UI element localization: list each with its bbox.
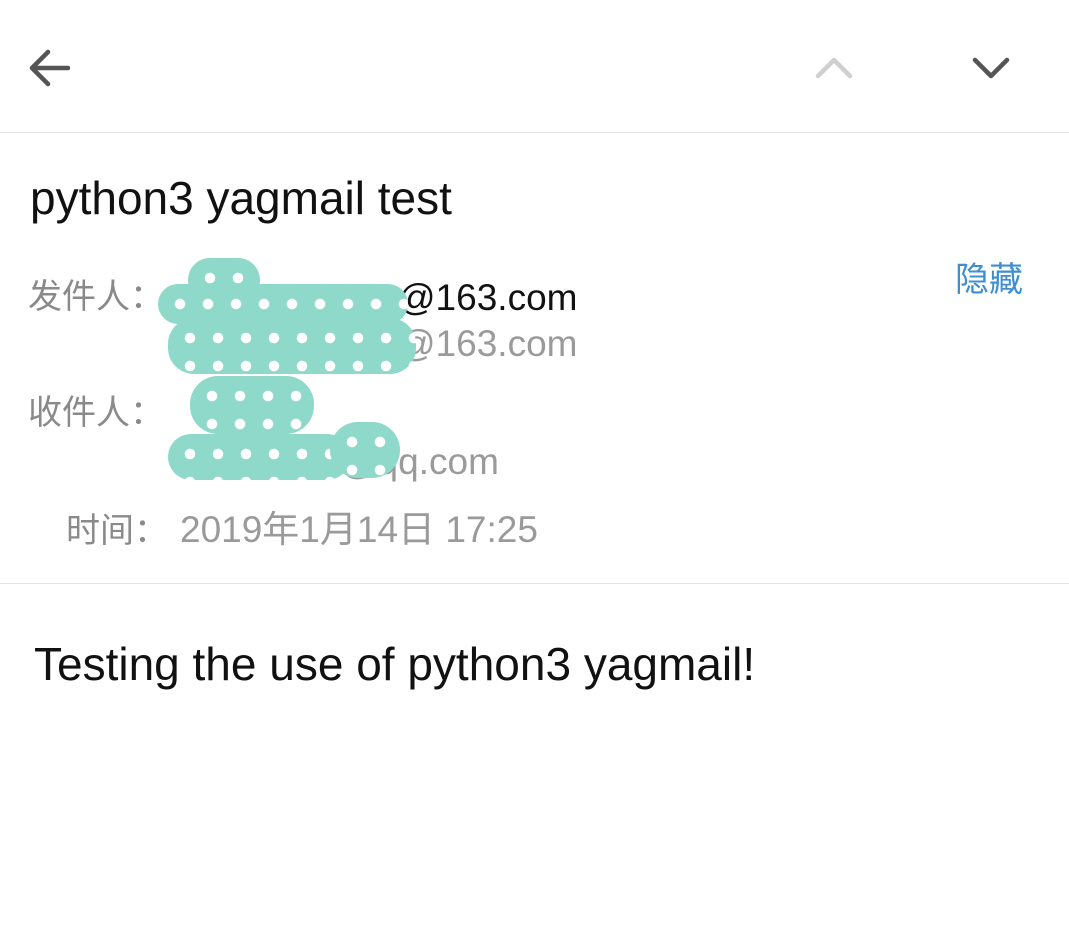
email-subject: python3 yagmail test: [30, 172, 452, 224]
arrow-left-icon: [29, 49, 71, 87]
recipient-label: 收件人：: [28, 393, 164, 433]
sender-name[interactable]: @163.com: [398, 275, 577, 321]
time-value: 2019年1月14日 17:25: [180, 509, 538, 550]
redaction-mask: [190, 376, 314, 434]
back-button[interactable]: [14, 32, 86, 104]
hide-details-link[interactable]: 隐藏: [955, 258, 1023, 302]
redaction-mask: [168, 434, 350, 480]
previous-email-button[interactable]: [798, 32, 870, 104]
next-email-button[interactable]: [955, 32, 1027, 104]
sender-address: @163.com: [398, 323, 578, 364]
redaction-mask: [168, 318, 416, 374]
redaction-mask: [330, 422, 400, 478]
email-body: Testing the use of python3 yagmail!: [34, 638, 756, 690]
chevron-down-icon: [972, 57, 1010, 79]
header-divider: [0, 583, 1069, 584]
sender-label: 发件人：: [28, 277, 164, 317]
top-toolbar: [0, 0, 1069, 133]
time-label: 时间：: [66, 511, 168, 551]
chevron-up-icon: [815, 57, 853, 79]
